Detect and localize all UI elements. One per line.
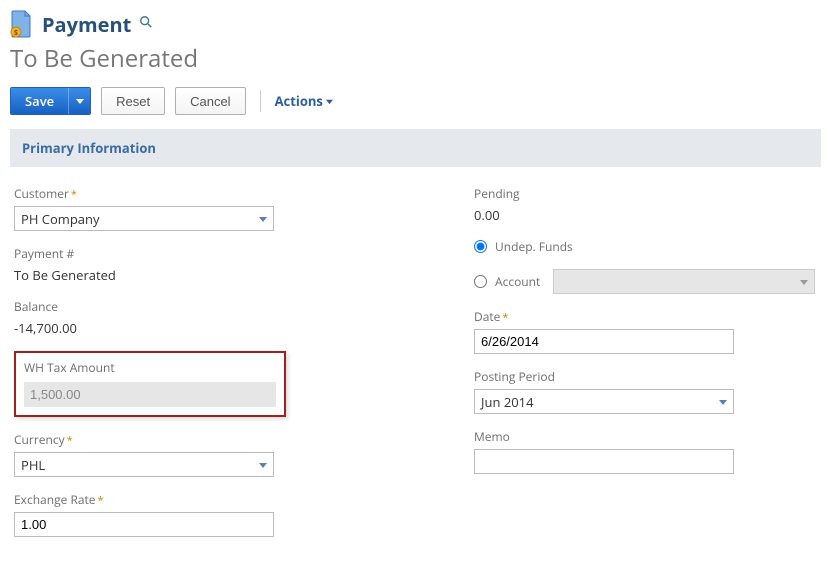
customer-field: Customer PH Company <box>14 185 354 231</box>
posting-period-field: Posting Period Jun 2014 <box>474 368 817 414</box>
form-right-column: Pending 0.00 Undep. Funds Account Date P… <box>394 185 817 551</box>
form-left-column: Customer PH Company Payment # To Be Gene… <box>14 185 354 551</box>
payment-number-field: Payment # To Be Generated <box>14 245 354 284</box>
section-primary-info: Primary Information <box>10 129 821 167</box>
undep-funds-row: Undep. Funds <box>474 238 817 255</box>
balance-label: Balance <box>14 298 354 315</box>
memo-input[interactable] <box>474 449 734 474</box>
undep-funds-radio[interactable] <box>474 240 487 253</box>
caret-down-icon <box>253 207 273 230</box>
account-select <box>553 269 815 294</box>
search-icon[interactable] <box>139 15 153 33</box>
account-label: Account <box>495 273 545 290</box>
undep-funds-label: Undep. Funds <box>495 238 573 255</box>
account-row: Account <box>474 269 817 294</box>
currency-label: Currency <box>14 431 354 448</box>
caret-down-icon <box>76 97 84 105</box>
date-field: Date <box>474 308 817 354</box>
cancel-button[interactable]: Cancel <box>175 87 245 115</box>
memo-field: Memo <box>474 428 817 474</box>
pending-value: 0.00 <box>474 206 817 224</box>
caret-down-icon <box>713 390 733 413</box>
payment-number-value: To Be Generated <box>14 266 354 284</box>
exchange-rate-label: Exchange Rate <box>14 491 354 508</box>
actions-menu[interactable]: Actions <box>275 92 333 110</box>
svg-text:$: $ <box>14 29 18 38</box>
posting-period-label: Posting Period <box>474 368 817 385</box>
date-input[interactable] <box>474 329 734 354</box>
currency-select[interactable]: PHL <box>14 452 274 477</box>
payment-doc-icon: $ <box>10 10 34 38</box>
exchange-rate-field: Exchange Rate <box>14 491 354 537</box>
save-button[interactable]: Save <box>11 88 68 114</box>
payment-number-label: Payment # <box>14 245 354 262</box>
balance-field: Balance -14,700.00 <box>14 298 354 337</box>
divider <box>260 90 261 112</box>
actions-label: Actions <box>275 92 323 110</box>
account-radio[interactable] <box>474 275 487 288</box>
caret-down-icon <box>794 270 814 293</box>
balance-value: -14,700.00 <box>14 319 354 337</box>
caret-down-icon <box>253 453 273 476</box>
page-title: Payment <box>42 11 131 38</box>
date-label: Date <box>474 308 817 325</box>
posting-period-select[interactable]: Jun 2014 <box>474 389 734 414</box>
customer-label: Customer <box>14 185 354 202</box>
save-dropdown-button[interactable] <box>68 88 90 114</box>
whtax-highlight: WH Tax Amount <box>14 351 286 417</box>
customer-select[interactable]: PH Company <box>14 206 274 231</box>
form-grid: Customer PH Company Payment # To Be Gene… <box>10 185 821 551</box>
pending-label: Pending <box>474 185 817 202</box>
page-header: $ Payment <box>10 10 821 38</box>
pending-field: Pending 0.00 <box>474 185 817 224</box>
whtax-input <box>24 382 276 407</box>
currency-field: Currency PHL <box>14 431 354 477</box>
posting-period-value: Jun 2014 <box>481 393 534 411</box>
save-button-group: Save <box>10 87 91 115</box>
customer-value: PH Company <box>21 210 100 228</box>
memo-label: Memo <box>474 428 817 445</box>
record-subtitle: To Be Generated <box>10 42 821 75</box>
caret-down-icon <box>326 98 333 105</box>
whtax-label: WH Tax Amount <box>24 359 276 376</box>
reset-button[interactable]: Reset <box>101 87 165 115</box>
button-bar: Save Reset Cancel Actions <box>10 87 821 115</box>
currency-value: PHL <box>21 456 45 474</box>
